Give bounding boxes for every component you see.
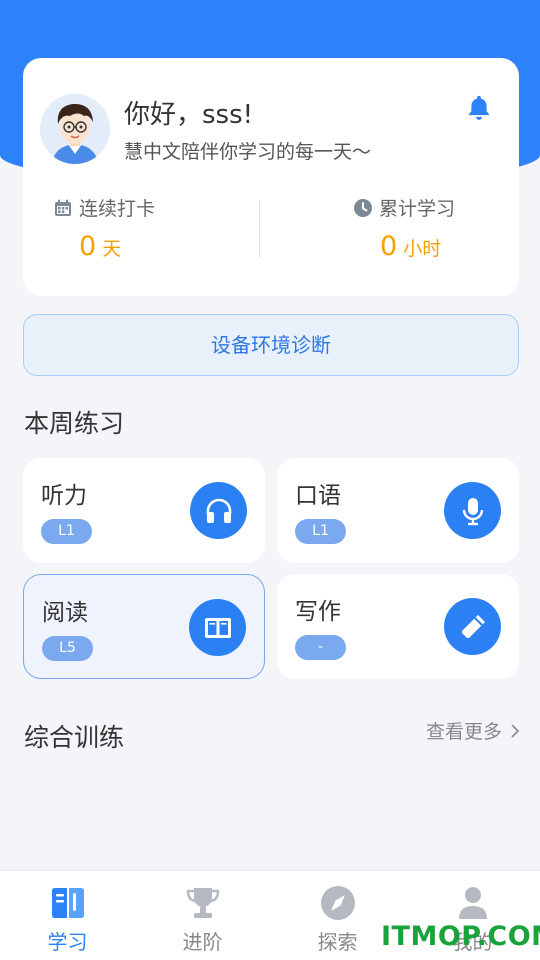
avatar-image [40, 94, 110, 164]
profile-card: 你好，sss! 慧中文陪伴你学习的每一天～ 连续打卡 0天 累计学习 0 小时 [23, 58, 519, 296]
tab-label: 进阶 [182, 930, 223, 954]
greeting-text: 你好，sss! [124, 100, 254, 130]
watermark: ITMOP.COM [381, 921, 540, 952]
level-badge: L5 [42, 636, 93, 661]
clock-icon [354, 198, 372, 217]
pencil-icon [444, 598, 501, 655]
tab-label: 学习 [47, 930, 88, 954]
device-diagnose-button[interactable]: 设备环境诊断 [23, 314, 519, 376]
tile-name: 阅读 [42, 600, 88, 626]
tab-study[interactable]: 学习 [0, 871, 135, 960]
practice-tile-speaking[interactable]: 口语 L1 [277, 458, 519, 563]
microphone-icon [444, 482, 501, 539]
stat-divider [259, 200, 260, 258]
tile-name: 口语 [295, 483, 341, 509]
comprehensive-training-title: 综合训练 [24, 723, 125, 752]
level-badge: - [295, 635, 346, 660]
view-more-link[interactable]: 查看更多 [426, 717, 520, 744]
practice-tile-writing[interactable]: 写作 - [277, 574, 519, 679]
chevron-right-icon [511, 723, 520, 738]
checkin-stat: 连续打卡 0天 [53, 194, 253, 262]
tab-advance[interactable]: 进阶 [135, 871, 270, 960]
avatar[interactable] [40, 94, 110, 164]
study-unit: 小时 [403, 238, 442, 260]
checkin-value: 0 [79, 231, 97, 262]
trophy-icon [186, 888, 219, 918]
checkin-label: 连续打卡 [79, 198, 156, 220]
practice-tile-listening[interactable]: 听力 L1 [23, 458, 265, 563]
study-label: 累计学习 [379, 198, 456, 220]
study-value: 0 [380, 231, 398, 262]
study-stat: 累计学习 0 小时 [353, 194, 540, 262]
motto-text: 慧中文陪伴你学习的每一天～ [124, 141, 372, 163]
bell-icon[interactable] [465, 93, 493, 121]
level-badge: L1 [41, 519, 92, 544]
calendar-icon [55, 199, 71, 216]
headphones-icon [190, 482, 247, 539]
practice-tile-reading[interactable]: 阅读 L5 [23, 574, 265, 679]
tile-name: 听力 [41, 483, 87, 509]
checkin-unit: 天 [102, 238, 122, 260]
user-icon [458, 887, 487, 919]
book-icon [189, 599, 246, 656]
level-badge: L1 [295, 519, 346, 544]
book-icon [51, 888, 84, 918]
compass-icon [320, 886, 355, 920]
view-more-label: 查看更多 [425, 721, 502, 743]
tile-name: 写作 [295, 599, 341, 625]
weekly-practice-title: 本周练习 [24, 409, 125, 438]
